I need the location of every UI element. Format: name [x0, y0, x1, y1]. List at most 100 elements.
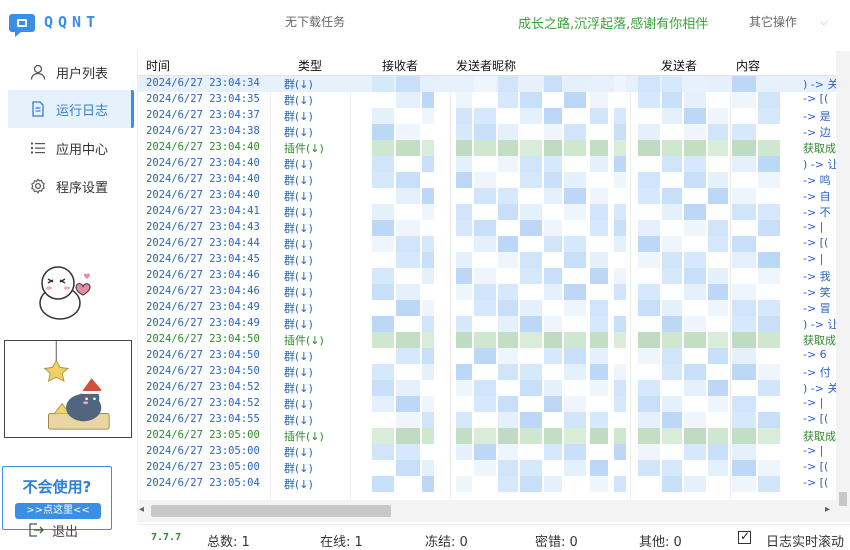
row-type: 插件(↓): [284, 430, 324, 443]
row-type: 群(↓): [284, 222, 313, 235]
horizontal-scrollbar[interactable]: ◂ ▸: [137, 500, 836, 522]
sidebar-item-user-list[interactable]: 用户列表: [8, 54, 134, 90]
table-row[interactable]: 2024/6/27 23:05:00 插件(↓) 获取成功: [138, 428, 850, 444]
table-row[interactable]: 2024/6/27 23:04:43 群(↓) -> |: [138, 220, 850, 236]
table-row[interactable]: 2024/6/27 23:04:40 群(↓) -> 鸣: [138, 172, 850, 188]
redacted-cell: [590, 364, 608, 380]
table-row[interactable]: 2024/6/27 23:04:55 群(↓) -> [(: [138, 412, 850, 428]
row-type: 群(↓): [284, 254, 313, 267]
redacted-cell: [758, 412, 780, 428]
scroll-left-icon[interactable]: ◂: [139, 504, 144, 515]
redacted-cell: [544, 284, 562, 300]
redacted-cell: [544, 428, 562, 444]
row-content: -> [(: [803, 92, 829, 105]
realtime-scroll-checkbox[interactable]: ✓: [738, 529, 751, 544]
redacted-cell: [520, 220, 542, 236]
redacted-cell: [708, 332, 728, 348]
table-row[interactable]: 2024/6/27 23:05:04 群(↓) -> [(: [138, 476, 850, 492]
redacted-cell: [474, 140, 496, 156]
other-operations-menu[interactable]: 其它操作: [749, 13, 797, 30]
table-row[interactable]: 2024/6/27 23:04:52 群(↓) -> |: [138, 396, 850, 412]
table-row[interactable]: 2024/6/27 23:04:41 群(↓) -> 不: [138, 204, 850, 220]
redacted-cell: [564, 332, 586, 348]
sidebar-item-settings[interactable]: 程序设置: [8, 168, 134, 204]
row-time: 2024/6/27 23:04:37: [146, 109, 260, 121]
table-row[interactable]: 2024/6/27 23:04:46 群(↓) -> 我: [138, 268, 850, 284]
column-header-time[interactable]: 时间: [146, 57, 170, 74]
table-row[interactable]: 2024/6/27 23:05:00 群(↓) -> |: [138, 444, 850, 460]
redacted-cell: [708, 220, 728, 236]
column-header-content[interactable]: 内容: [736, 57, 760, 74]
redacted-cell: [638, 76, 660, 92]
redacted-cell: [474, 396, 496, 412]
table-row[interactable]: 2024/6/27 23:04:50 插件(↓) 获取成功: [138, 332, 850, 348]
row-content: -> [(: [803, 476, 829, 489]
table-row[interactable]: 2024/6/27 23:04:40 插件(↓) 获取成功: [138, 140, 850, 156]
horizontal-scroll-thumb[interactable]: [151, 505, 391, 517]
vertical-scrollbar[interactable]: [836, 51, 850, 522]
vertical-scroll-thumb[interactable]: [839, 492, 847, 506]
redacted-cell: [474, 188, 496, 204]
redacted-cell: [544, 156, 562, 172]
row-type: 群(↓): [284, 78, 313, 91]
realtime-scroll-label[interactable]: 日志实时滚动: [766, 531, 844, 550]
redacted-cell: [662, 428, 682, 444]
redacted-cell: [372, 204, 394, 220]
row-type: 群(↓): [284, 238, 313, 251]
row-time: 2024/6/27 23:04:49: [146, 317, 260, 329]
redacted-cell: [372, 76, 394, 92]
table-row[interactable]: 2024/6/27 23:04:52 群(↓)) -> 关: [138, 380, 850, 396]
redacted-cell: [662, 396, 682, 412]
table-row[interactable]: 2024/6/27 23:04:38 群(↓) -> 边: [138, 124, 850, 140]
table-row[interactable]: 2024/6/27 23:04:44 群(↓) -> [(: [138, 236, 850, 252]
redacted-cell: [758, 92, 780, 108]
redacted-cell: [474, 428, 496, 444]
chevron-down-icon[interactable]: ⌵: [820, 17, 828, 28]
table-row[interactable]: 2024/6/27 23:04:34 群(↓)) -> 关: [138, 76, 850, 92]
redacted-cell: [498, 412, 518, 428]
redacted-cell: [638, 236, 660, 252]
table-row[interactable]: 2024/6/27 23:04:50 群(↓) -> 付: [138, 364, 850, 380]
row-time: 2024/6/27 23:04:40: [146, 141, 260, 153]
redacted-cell: [520, 140, 542, 156]
log-table[interactable]: 时间 类型 接收者 发送者昵称 发送者 内容 2024/6/27 23:04:3…: [137, 51, 850, 500]
table-row[interactable]: 2024/6/27 23:04:35 群(↓) -> [(: [138, 92, 850, 108]
redacted-cell: [708, 236, 728, 252]
column-header-type[interactable]: 类型: [298, 57, 322, 74]
redacted-cell: [590, 140, 608, 156]
table-row[interactable]: 2024/6/27 23:04:49 群(↓) -> 冒: [138, 300, 850, 316]
redacted-cell: [708, 124, 728, 140]
redacted-cell: [564, 172, 586, 188]
table-row[interactable]: 2024/6/27 23:04:50 群(↓) -> 6: [138, 348, 850, 364]
column-header-sender[interactable]: 发送者: [661, 57, 697, 74]
sidebar-item-app-center[interactable]: 应用中心: [8, 130, 134, 166]
redacted-cell: [684, 220, 706, 236]
row-content: -> 冒: [803, 302, 831, 315]
redacted-cell: [396, 124, 420, 140]
status-other: 其他: 0: [639, 535, 682, 550]
column-header-sender-nickname[interactable]: 发送者昵称: [456, 57, 516, 74]
table-row[interactable]: 2024/6/27 23:04:40 群(↓)) -> 让: [138, 156, 850, 172]
redacted-cell: [372, 316, 394, 332]
sidebar-item-run-log[interactable]: 运行日志: [8, 90, 134, 128]
redacted-cell: [396, 300, 420, 316]
redacted-cell: [732, 460, 756, 476]
scroll-right-icon[interactable]: ▸: [825, 504, 830, 515]
redacted-cell: [564, 140, 586, 156]
redacted-cell: [498, 444, 518, 460]
redacted-cell: [564, 444, 586, 460]
logout-button[interactable]: 退出: [28, 520, 108, 540]
help-button[interactable]: >>点这里<<: [15, 503, 101, 519]
table-row[interactable]: 2024/6/27 23:04:37 群(↓) -> 是: [138, 108, 850, 124]
row-content: -> |: [803, 444, 824, 457]
row-content: ) -> 让: [803, 318, 839, 331]
column-header-receiver[interactable]: 接收者: [382, 57, 418, 74]
redacted-cell: [662, 316, 682, 332]
redacted-cell: [456, 476, 472, 492]
table-row[interactable]: 2024/6/27 23:04:45 群(↓) -> |: [138, 252, 850, 268]
redacted-cell: [544, 188, 562, 204]
table-row[interactable]: 2024/6/27 23:04:46 群(↓) -> 笑: [138, 284, 850, 300]
table-row[interactable]: 2024/6/27 23:05:00 群(↓) -> [(: [138, 460, 850, 476]
table-row[interactable]: 2024/6/27 23:04:40 群(↓) -> 自: [138, 188, 850, 204]
table-row[interactable]: 2024/6/27 23:04:49 群(↓)) -> 让: [138, 316, 850, 332]
